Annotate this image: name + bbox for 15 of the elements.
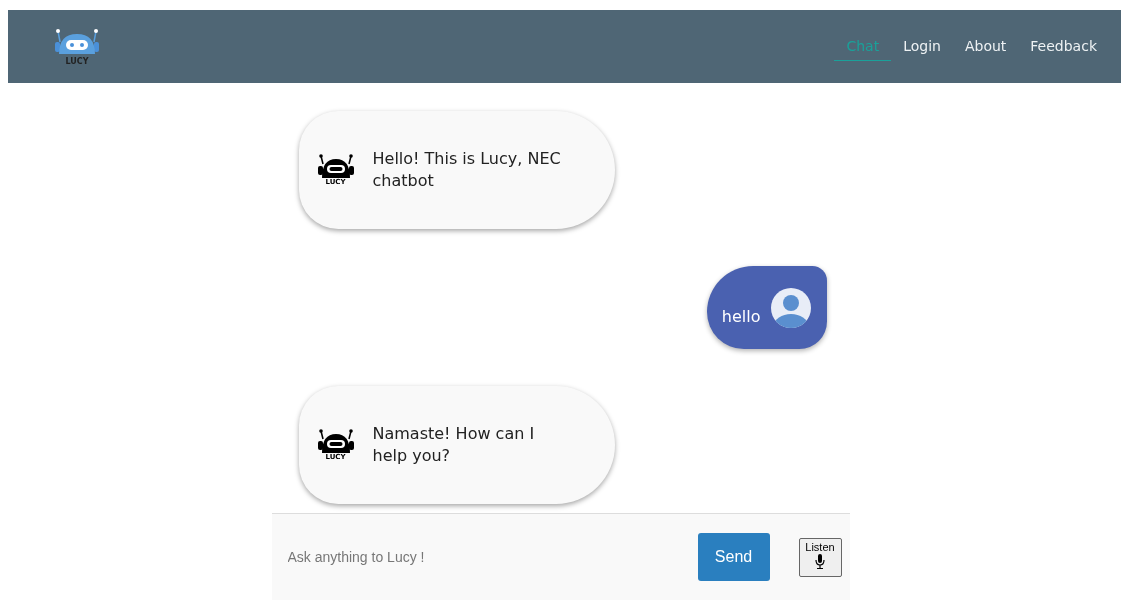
robot-avatar-icon	[316, 154, 355, 178]
message-text: Hello! This is Lucy, NEC chatbot	[372, 148, 562, 192]
message-text: Namaste! How can I help you?	[372, 423, 536, 467]
message-input-field[interactable]: Ask anything to Lucy !	[285, 548, 698, 566]
send-button[interactable]: Send	[697, 533, 770, 581]
listen-button[interactable]: Listen	[798, 537, 842, 577]
nav-link[interactable]: Feedback	[1018, 32, 1109, 61]
logo-text: LUCY	[65, 56, 89, 66]
robot-logo-icon	[54, 27, 100, 56]
message-text: hello	[721, 307, 761, 326]
robot-avatar-icon	[316, 429, 355, 453]
microphone-icon	[815, 553, 825, 569]
nav-link[interactable]: About	[952, 32, 1019, 61]
nav-link[interactable]: Login	[891, 32, 953, 61]
user-avatar-icon	[770, 287, 811, 328]
